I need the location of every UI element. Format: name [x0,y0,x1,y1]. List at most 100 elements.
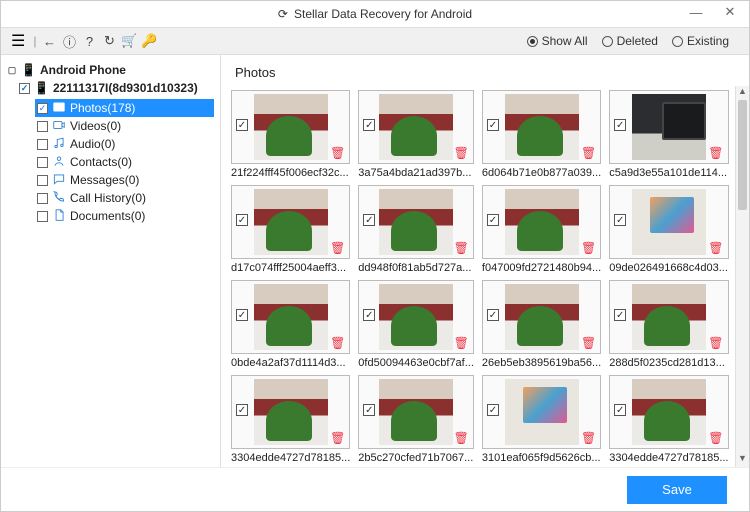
sidebar-item-messages[interactable]: Messages(0) [35,171,214,189]
photo-item[interactable]: 🗑288d5f0235cd281d13... [609,280,728,369]
trash-icon[interactable]: 🗑 [708,336,723,350]
scrollbar[interactable]: ▲ ▼ [735,86,749,467]
select-checkbox[interactable] [614,119,626,131]
thumbnail[interactable]: 🗑 [358,90,474,164]
trash-icon[interactable]: 🗑 [330,336,345,350]
thumbnail[interactable]: 🗑 [231,90,350,164]
scroll-up-icon[interactable]: ▲ [736,86,749,100]
thumbnail[interactable]: 🗑 [482,185,601,259]
photo-item[interactable]: 🗑c5a9d3e55a101de114... [609,90,728,179]
select-checkbox[interactable] [236,214,248,226]
help-icon[interactable]: ? [80,32,98,50]
nav-back-icon[interactable]: ← [40,32,58,50]
filter-show-all[interactable]: Show All [527,34,588,48]
photo-item[interactable]: 🗑09de026491668c4d03... [609,185,728,274]
thumbnail[interactable]: 🗑 [358,280,474,354]
select-checkbox[interactable] [614,214,626,226]
photo-item[interactable]: 🗑3101eaf065f9d5626cb... [482,375,601,464]
select-checkbox[interactable] [487,404,499,416]
thumbnail[interactable]: 🗑 [609,280,728,354]
checkbox[interactable] [19,83,30,94]
checkbox[interactable] [37,175,48,186]
trash-icon[interactable]: 🗑 [581,431,596,445]
select-checkbox[interactable] [363,119,375,131]
checkbox[interactable] [37,193,48,204]
menu-icon[interactable]: ☰ [7,31,29,51]
trash-icon[interactable]: 🗑 [708,241,723,255]
trash-icon[interactable]: 🗑 [454,431,469,445]
minimize-button[interactable]: — [681,1,711,23]
sidebar-item-docs[interactable]: Documents(0) [35,207,214,225]
key-icon[interactable]: 🔑 [140,32,158,50]
select-checkbox[interactable] [236,404,248,416]
trash-icon[interactable]: 🗑 [581,241,596,255]
sidebar-item-audio[interactable]: Audio(0) [35,135,214,153]
checkbox[interactable] [37,211,48,222]
photo-item[interactable]: 🗑3304edde4727d78185... [231,375,350,464]
trash-icon[interactable]: 🗑 [581,146,596,160]
thumbnail[interactable]: 🗑 [358,375,474,449]
tree-device[interactable]: 📱 22111317I(8d9301d10323) [19,81,214,95]
thumbnail[interactable]: 🗑 [231,185,350,259]
thumbnail[interactable]: 🗑 [482,280,601,354]
photo-item[interactable]: 🗑3a75a4bda21ad397b... [358,90,474,179]
close-button[interactable]: ✕ [715,1,745,23]
select-checkbox[interactable] [614,404,626,416]
checkbox[interactable] [37,157,48,168]
sidebar-item-photos[interactable]: Photos(178) [35,99,214,117]
select-checkbox[interactable] [487,119,499,131]
back-icon[interactable]: ⟳ [278,7,288,21]
select-checkbox[interactable] [487,309,499,321]
thumbnail[interactable]: 🗑 [482,90,601,164]
checkbox[interactable] [37,139,48,150]
thumbnail[interactable]: 🗑 [231,280,350,354]
filter-deleted[interactable]: Deleted [602,34,658,48]
photo-item[interactable]: 🗑6d064b71e0b877a039... [482,90,601,179]
thumbnail[interactable]: 🗑 [609,90,728,164]
select-checkbox[interactable] [363,309,375,321]
trash-icon[interactable]: 🗑 [708,146,723,160]
sidebar-item-contacts[interactable]: Contacts(0) [35,153,214,171]
photo-item[interactable]: 🗑2b5c270cfed71b7067... [358,375,474,464]
thumbnail[interactable]: 🗑 [482,375,601,449]
filter-existing[interactable]: Existing [672,34,729,48]
checkbox[interactable] [37,121,48,132]
trash-icon[interactable]: 🗑 [330,146,345,160]
sidebar-item-calls[interactable]: Call History(0) [35,189,214,207]
select-checkbox[interactable] [236,119,248,131]
trash-icon[interactable]: 🗑 [454,241,469,255]
trash-icon[interactable]: 🗑 [330,431,345,445]
save-button[interactable]: Save [627,476,727,504]
thumbnail[interactable]: 🗑 [609,375,728,449]
select-checkbox[interactable] [363,214,375,226]
sidebar-item-videos[interactable]: Videos(0) [35,117,214,135]
trash-icon[interactable]: 🗑 [330,241,345,255]
cart-icon[interactable]: 🛒 [120,32,138,50]
photo-item[interactable]: 🗑f047009fd2721480b94... [482,185,601,274]
trash-icon[interactable]: 🗑 [454,336,469,350]
photo-item[interactable]: 🗑3304edde4727d78185... [609,375,728,464]
photo-item[interactable]: 🗑0bde4a2af37d1114d3... [231,280,350,369]
tree-root[interactable]: ▢ 📱 Android Phone [7,63,214,77]
photo-item[interactable]: 🗑26eb5eb3895619ba56... [482,280,601,369]
photo-item[interactable]: 🗑dd948f0f81ab5d727a... [358,185,474,274]
thumbnail[interactable]: 🗑 [609,185,728,259]
thumbnail[interactable]: 🗑 [231,375,350,449]
photo-item[interactable]: 🗑0fd50094463e0cbf7af... [358,280,474,369]
thumbnail[interactable]: 🗑 [358,185,474,259]
select-checkbox[interactable] [614,309,626,321]
refresh-icon[interactable]: ↻ [100,32,118,50]
trash-icon[interactable]: 🗑 [708,431,723,445]
photo-item[interactable]: 🗑21f224fff45f006ecf32c... [231,90,350,179]
checkbox[interactable] [37,103,48,114]
select-checkbox[interactable] [363,404,375,416]
trash-icon[interactable]: 🗑 [581,336,596,350]
info-icon[interactable]: ⓘ [60,32,78,50]
trash-icon[interactable]: 🗑 [454,146,469,160]
expander-icon[interactable]: ▢ [7,65,17,76]
select-checkbox[interactable] [487,214,499,226]
scroll-thumb[interactable] [738,100,747,210]
scroll-down-icon[interactable]: ▼ [736,453,749,467]
select-checkbox[interactable] [236,309,248,321]
photo-item[interactable]: 🗑d17c074fff25004aeff3... [231,185,350,274]
